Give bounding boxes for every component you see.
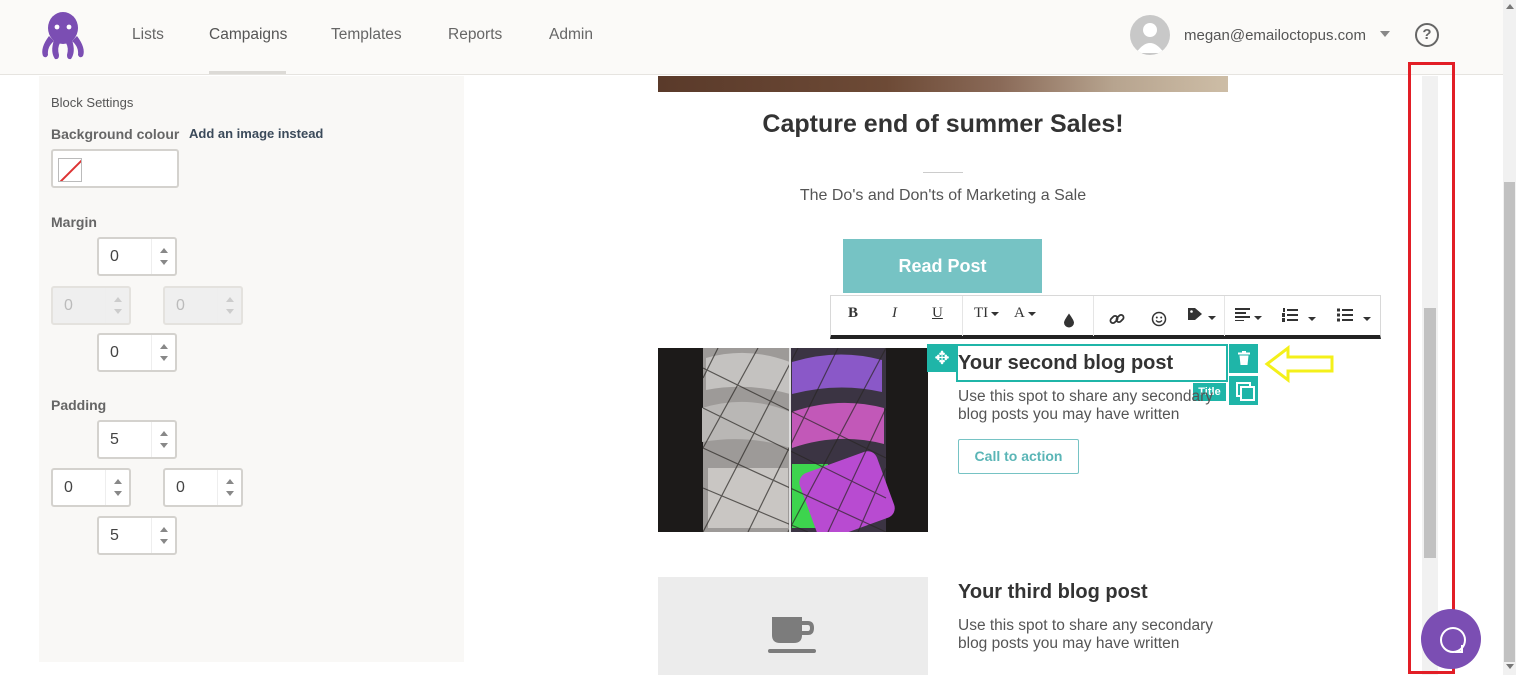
nav-campaigns[interactable]: Campaigns bbox=[209, 26, 287, 44]
margin-left-value: 0 bbox=[64, 297, 73, 314]
emoji-icon[interactable] bbox=[1151, 307, 1167, 331]
octopus-logo-icon[interactable] bbox=[36, 10, 90, 62]
margin-top-input[interactable]: 0 bbox=[97, 237, 177, 276]
padding-top-input[interactable]: 5 bbox=[97, 420, 177, 459]
third-post-body-line2[interactable]: blog posts you may have written bbox=[958, 635, 1228, 653]
user-avatar-icon[interactable] bbox=[1130, 15, 1170, 55]
margin-right-value: 0 bbox=[176, 297, 185, 314]
padding-left-input[interactable]: 0 bbox=[51, 468, 131, 507]
tag-icon bbox=[1188, 308, 1202, 320]
bullet-list-dropdown[interactable] bbox=[1337, 308, 1371, 332]
padding-label: Padding bbox=[51, 397, 107, 413]
text-format-toolbar: B I U TI A bbox=[830, 295, 1381, 339]
margin-top-value: 0 bbox=[110, 248, 119, 265]
chat-support-icon[interactable] bbox=[1421, 609, 1481, 669]
padding-right-input[interactable]: 0 bbox=[163, 468, 243, 507]
padding-right-value: 0 bbox=[176, 479, 185, 496]
align-dropdown[interactable] bbox=[1235, 308, 1262, 332]
underline-button[interactable]: U bbox=[932, 305, 943, 329]
highlight-annotation-box bbox=[1408, 62, 1455, 674]
active-tab-indicator bbox=[209, 71, 286, 74]
nav-admin[interactable]: Admin bbox=[549, 26, 593, 44]
ink-drop-icon[interactable] bbox=[1063, 308, 1075, 332]
move-handle-icon[interactable]: ✥ bbox=[927, 344, 957, 372]
scroll-up-icon[interactable] bbox=[1506, 4, 1514, 9]
top-navbar: Lists Campaigns Templates Reports Admin … bbox=[0, 0, 1503, 75]
hero-title[interactable]: Capture end of summer Sales! bbox=[658, 110, 1228, 139]
second-post-title[interactable]: Your second blog post bbox=[958, 352, 1173, 375]
stepper-arrows-icon[interactable] bbox=[217, 470, 241, 505]
font-color-label: A bbox=[1014, 305, 1025, 321]
bold-button[interactable]: B bbox=[848, 305, 858, 329]
add-image-link[interactable]: Add an image instead bbox=[189, 126, 323, 141]
padding-bottom-input[interactable]: 5 bbox=[97, 516, 177, 555]
help-icon[interactable]: ? bbox=[1415, 23, 1439, 47]
padding-top-value: 5 bbox=[110, 431, 119, 448]
stepper-arrows-icon bbox=[217, 288, 241, 323]
hero-subtitle[interactable]: The Do's and Don'ts of Marketing a Sale bbox=[658, 187, 1228, 205]
second-post-body-line2[interactable]: blog posts you may have written bbox=[958, 406, 1228, 424]
margin-bottom-value: 0 bbox=[110, 344, 119, 361]
italic-button[interactable]: I bbox=[892, 305, 897, 329]
read-post-button[interactable]: Read Post bbox=[843, 239, 1042, 293]
chevron-down-icon[interactable] bbox=[1380, 31, 1390, 37]
text-style-label: TI bbox=[974, 305, 989, 321]
third-post-body-line1[interactable]: Use this spot to share any secondary bbox=[958, 617, 1228, 635]
stepper-arrows-icon[interactable] bbox=[151, 239, 175, 274]
delete-block-button[interactable] bbox=[1229, 344, 1258, 373]
background-colour-label: Background colour bbox=[51, 126, 180, 142]
second-post-body-line1[interactable]: Use this spot to share any secondary bbox=[958, 388, 1228, 406]
page-scrollbar[interactable] bbox=[1503, 0, 1516, 675]
margin-bottom-input[interactable]: 0 bbox=[97, 333, 177, 372]
page-scrollbar-thumb[interactable] bbox=[1504, 182, 1515, 662]
numbered-list-dropdown[interactable] bbox=[1282, 308, 1316, 332]
margin-label: Margin bbox=[51, 214, 97, 230]
hero-image[interactable] bbox=[658, 76, 1228, 92]
stepper-arrows-icon[interactable] bbox=[151, 335, 175, 370]
numbered-list-icon bbox=[1282, 308, 1298, 322]
no-colour-swatch-icon bbox=[58, 158, 82, 182]
margin-right-input: 0 bbox=[163, 286, 243, 325]
link-icon[interactable] bbox=[1109, 307, 1125, 331]
divider bbox=[923, 172, 963, 173]
stepper-arrows-icon[interactable] bbox=[105, 470, 129, 505]
stepper-arrows-icon[interactable] bbox=[151, 422, 175, 457]
nav-templates[interactable]: Templates bbox=[331, 26, 402, 44]
trash-icon bbox=[1237, 351, 1250, 365]
background-colour-picker[interactable] bbox=[51, 149, 179, 188]
tags-dropdown[interactable] bbox=[1187, 307, 1216, 331]
stepper-arrows-icon bbox=[105, 288, 129, 323]
align-left-icon bbox=[1235, 308, 1250, 322]
stepper-arrows-icon[interactable] bbox=[151, 518, 175, 553]
nav-reports[interactable]: Reports bbox=[448, 26, 502, 44]
scroll-down-icon[interactable] bbox=[1506, 664, 1514, 669]
margin-left-input: 0 bbox=[51, 286, 131, 325]
nav-lists[interactable]: Lists bbox=[132, 26, 164, 44]
block-settings-heading: Block Settings bbox=[51, 95, 134, 110]
fanny-pack-product-image[interactable] bbox=[658, 348, 928, 532]
padding-bottom-value: 5 bbox=[110, 527, 119, 544]
padding-left-value: 0 bbox=[64, 479, 73, 496]
annotation-arrow-icon bbox=[1264, 345, 1334, 383]
third-post-title[interactable]: Your third blog post bbox=[958, 581, 1148, 604]
call-to-action-button[interactable]: Call to action bbox=[958, 439, 1079, 474]
font-color-dropdown[interactable]: A bbox=[1014, 305, 1036, 329]
text-style-dropdown[interactable]: TI bbox=[974, 305, 1000, 329]
duplicate-block-button[interactable] bbox=[1229, 376, 1258, 405]
placeholder-image[interactable] bbox=[658, 577, 928, 675]
bullet-list-icon bbox=[1337, 308, 1353, 322]
coffee-cup-icon bbox=[768, 617, 816, 653]
user-email[interactable]: megan@emailoctopus.com bbox=[1184, 27, 1366, 44]
